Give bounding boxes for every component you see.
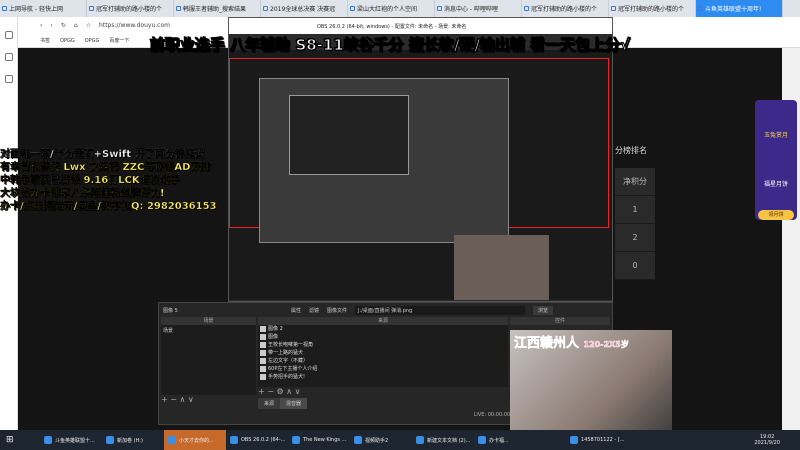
webcam-caption: 江西赣州人 120-2X5岁 bbox=[514, 336, 629, 352]
page-icon bbox=[437, 6, 442, 11]
taskbar-item[interactable]: 斗鱼英雄联盟十... bbox=[40, 430, 102, 450]
bookmark[interactable]: 百度一下 bbox=[109, 37, 129, 44]
selected-source-label: 图像 5 bbox=[163, 307, 178, 314]
app-icon bbox=[230, 436, 238, 444]
image-file-path[interactable]: J:/桌面/直播间 弹消.png bbox=[355, 305, 526, 315]
browser-tab[interactable]: 韩服王者辅助_搜索结果 bbox=[174, 0, 261, 17]
source-item[interactable]: 带一上路的猛犬 bbox=[258, 349, 508, 357]
app-icon bbox=[570, 436, 578, 444]
sidebar-icon[interactable] bbox=[4, 31, 13, 39]
star-icon[interactable]: ☆ bbox=[86, 22, 91, 29]
browser-tab[interactable]: 冠军打辅助的路小楼的个 bbox=[87, 0, 174, 17]
nested-webcam bbox=[454, 235, 549, 300]
url-input[interactable]: https://www.douyu.com bbox=[99, 22, 170, 29]
streamer-info-overlay: 对面韩一索/千分锤石+Swift 开了两分钟延迟 有幸曾和微笑 Lwx 文森特 … bbox=[0, 149, 217, 212]
taskbar-item[interactable]: 小天才去你的... bbox=[164, 430, 226, 450]
scene-controls[interactable]: + − ∧ ∨ bbox=[161, 395, 256, 404]
browse-button[interactable]: 浏览 bbox=[533, 305, 554, 315]
bookmark[interactable]: 书签 bbox=[40, 37, 50, 44]
app-icon bbox=[478, 436, 486, 444]
promo-item: 福星月饼 bbox=[763, 181, 788, 188]
back-icon[interactable]: ‹ bbox=[40, 22, 42, 29]
promo-button[interactable]: 领月饼 bbox=[758, 210, 794, 220]
taskbar-item[interactable]: 1458701122 - [... bbox=[566, 430, 628, 450]
taskbar-item[interactable]: 视频助手2 bbox=[350, 430, 412, 450]
sources-panel: 来源 图像 2 图像 王校长咆哮第一视角 带一上路的猛犬 左边文字（不藏） 60… bbox=[258, 317, 508, 409]
page-icon bbox=[2, 6, 7, 11]
obs-titlebar: OBS 26.0.2 (64-bit, windows) - 配置文件: 未命名… bbox=[229, 18, 612, 34]
source-item[interactable]: 60P左下主播个人介绍 bbox=[258, 365, 508, 373]
app-icon bbox=[44, 436, 52, 444]
start-icon[interactable]: ⊞ bbox=[0, 435, 40, 445]
tab-mixer[interactable]: 混音器 bbox=[280, 398, 308, 409]
rank-title: 分榜排名 bbox=[615, 146, 647, 155]
app-icon bbox=[106, 436, 114, 444]
browser-tab-bar: 上网导航 - 轻快上网 冠军打辅助的路小楼的个 韩服王者辅助_搜索结果 2019… bbox=[0, 0, 800, 17]
source-item[interactable]: 图像 bbox=[258, 333, 508, 341]
source-controls[interactable]: + − ⚙ ∧ ∨ bbox=[258, 387, 508, 396]
promo-title: 玉兔赏月 bbox=[763, 132, 788, 139]
rank-header: 净积分 bbox=[615, 168, 655, 196]
app-icon bbox=[354, 436, 362, 444]
sidebar-icon[interactable] bbox=[4, 75, 13, 83]
source-item[interactable]: 王校长咆哮第一视角 bbox=[258, 341, 508, 349]
page-icon bbox=[524, 6, 529, 11]
obs-preview bbox=[229, 50, 612, 300]
tab-sources[interactable]: 来源 bbox=[258, 398, 281, 409]
page-icon bbox=[350, 6, 355, 11]
obs-window: OBS 26.0.2 (64-bit, windows) - 配置文件: 未命名… bbox=[228, 17, 613, 302]
taskbar-item[interactable]: 新建文本文档 (2)... bbox=[412, 430, 474, 450]
bookmark[interactable]: OPGG bbox=[85, 38, 100, 44]
mooncake-promo[interactable]: 玉兔赏月 福星月饼 领月饼 bbox=[755, 100, 797, 220]
reload-icon[interactable]: ↻ bbox=[61, 22, 66, 29]
forward-icon[interactable]: › bbox=[50, 22, 52, 29]
taskbar-item[interactable]: OBS 26.0.2 (64-... bbox=[226, 430, 288, 450]
scenes-panel: 场景 场景 + − ∧ ∨ bbox=[161, 317, 256, 409]
bookmark[interactable]: OPGG bbox=[60, 38, 75, 44]
image-file-label: 图像文件 bbox=[327, 307, 348, 314]
browser-tab[interactable]: 冠军打辅助的路小楼的个 bbox=[609, 0, 696, 17]
browser-tab[interactable]: 消息中心 - 哔哩哔哩 bbox=[435, 0, 522, 17]
app-icon bbox=[416, 436, 424, 444]
source-item[interactable]: 图像 2 bbox=[258, 325, 508, 333]
browser-sidebar bbox=[0, 17, 18, 430]
rank-cell: 0 bbox=[615, 252, 655, 280]
properties-button[interactable]: 属性 bbox=[291, 307, 301, 314]
source-item[interactable]: 左边文字（不藏） bbox=[258, 357, 508, 365]
browser-tab-active[interactable]: 斗鱼英雄联盟十周年! bbox=[696, 0, 783, 17]
taskbar-item[interactable]: The New Kings ... bbox=[288, 430, 350, 450]
browser-tab[interactable]: 冠军打辅助的路小楼的个 bbox=[522, 0, 609, 17]
page-icon bbox=[89, 6, 94, 11]
app-icon bbox=[168, 436, 176, 444]
nested-preview-inner bbox=[289, 95, 409, 175]
rank-table: 分榜排名 净积分 1 2 0 bbox=[615, 145, 655, 280]
taskbar-item[interactable]: 新加卷 (H:) bbox=[102, 430, 164, 450]
clock[interactable]: 19:02 2021/9/20 bbox=[754, 434, 780, 446]
browser-tab[interactable]: 梁山大红袍的个人空间 bbox=[348, 0, 435, 17]
page-icon bbox=[698, 6, 703, 11]
page-icon bbox=[611, 6, 616, 11]
filters-button[interactable]: 滤镜 bbox=[309, 307, 319, 314]
taskbar: ⊞ 斗鱼英雄联盟十... 新加卷 (H:) 小天才去你的... OBS 26.0… bbox=[0, 430, 800, 450]
browser-tab[interactable]: 2019全球总决赛 决赛冠 bbox=[261, 0, 348, 17]
app-icon bbox=[292, 436, 300, 444]
sidebar-icon[interactable] bbox=[4, 53, 13, 61]
home-icon[interactable]: ⌂ bbox=[74, 22, 78, 29]
rank-cell: 1 bbox=[615, 196, 655, 224]
taskbar-item[interactable]: 办卡福... bbox=[474, 430, 536, 450]
source-item[interactable]: 手势招手的猛犬! bbox=[258, 373, 508, 381]
browser-tab[interactable]: 上网导航 - 轻快上网 bbox=[0, 0, 87, 17]
rank-cell: 2 bbox=[615, 224, 655, 252]
stream-headline: 前职业选手 八年辅助 S8-11峡谷千分 擅长软/硬/输出辅 看一天包上分√ bbox=[150, 36, 631, 55]
scene-item[interactable]: 场景 bbox=[161, 325, 256, 395]
page-icon bbox=[263, 6, 268, 11]
page-icon bbox=[176, 6, 181, 11]
